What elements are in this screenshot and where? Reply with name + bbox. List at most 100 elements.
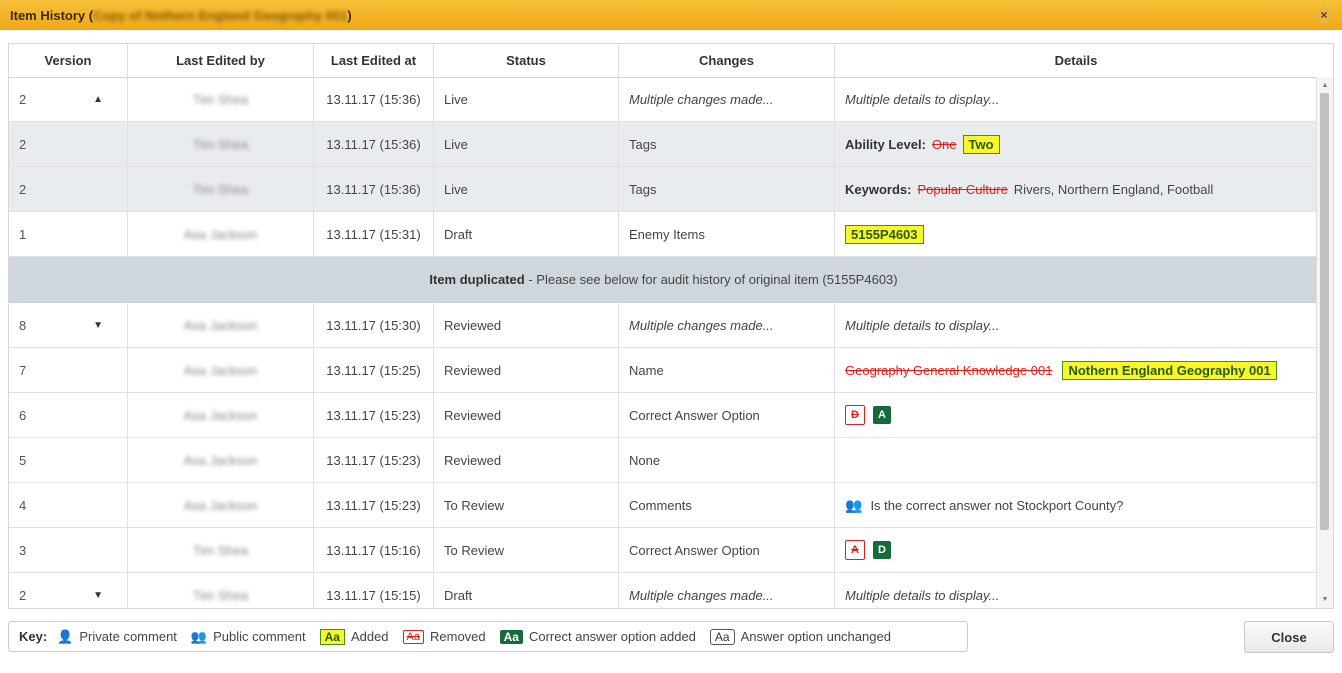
key-removed: Removed [430,629,486,644]
editor-name: Asa Jackson [183,497,258,513]
details: Keywords: Popular Culture Rivers, Northe… [835,167,1317,211]
changes: None [619,438,835,482]
key-correct-sample: Aa [499,629,523,644]
version-number: 5 [19,452,27,468]
keywords-value: Rivers, Northern England, Football [1013,181,1214,197]
removed-option: A [845,540,865,560]
comment-text: Is the correct answer not Stockport Coun… [870,497,1124,513]
edited-at: 13.11.17 (15:36) [314,77,434,121]
public-comment-icon: 👥 [845,496,863,513]
status: Draft [434,573,619,608]
close-icon[interactable]: × [1316,7,1332,23]
version-number: 4 [19,497,27,513]
changes: Multiple changes made... [619,77,835,121]
details: Multiple details to display... [845,91,1000,107]
vertical-scrollbar[interactable]: ▲ ▼ [1316,77,1333,608]
expand-down-icon[interactable]: ▼ [93,590,103,601]
legend-key: Key: 👤 Private comment 👥 Public comment … [8,621,968,652]
table-row: 2 Tim Shea 13.11.17 (15:36) Live Tags Ke… [9,167,1318,212]
editor-name: Asa Jackson [183,226,258,242]
expand-down-icon[interactable]: ▼ [93,320,103,331]
changes: Multiple changes made... [619,303,835,347]
duplicated-label: Item duplicated [429,272,525,287]
col-last-edited-at[interactable]: Last Edited at [314,44,434,77]
details: A D [835,528,1317,572]
removed-value: Popular Culture [917,181,1008,197]
status: Draft [434,212,619,256]
col-changes[interactable]: Changes [619,44,835,77]
key-added-sample: Aa [319,628,345,645]
history-table: Version Last Edited by Last Edited at St… [8,43,1334,609]
changes: Tags [619,122,835,166]
edited-at: 13.11.17 (15:15) [314,573,434,608]
editor-name: Tim Shea [192,587,249,603]
edited-at: 13.11.17 (15:36) [314,167,434,211]
table-row: 2 Tim Shea 13.11.17 (15:36) Live Tags Ab… [9,122,1318,167]
detail-label: Ability Level: [845,136,926,152]
removed-value: Geography General Knowledge 001 [845,362,1053,378]
version-number: 2 [19,587,27,603]
table-row[interactable]: 2 ▲ Tim Shea 13.11.17 (15:36) Live Multip… [9,77,1318,122]
version-number: 3 [19,542,27,558]
version-number: 7 [19,362,27,378]
table-row: 7 Asa Jackson 13.11.17 (15:25) Reviewed … [9,348,1318,393]
status: Reviewed [434,438,619,482]
correct-option: A [873,406,891,424]
collapse-up-icon[interactable]: ▲ [93,94,103,105]
private-comment-icon: 👤 [57,628,74,644]
editor-name: Tim Shea [192,136,249,152]
scroll-down-icon[interactable]: ▼ [1317,593,1333,607]
public-comment-icon: 👥 [190,628,208,644]
key-public-comment: Public comment [213,629,306,644]
col-last-edited-by[interactable]: Last Edited by [128,44,314,77]
status: To Review [434,528,619,572]
dialog-titlebar: Item History (Copy of Nothern England Ge… [0,0,1342,30]
added-value: Two [962,134,1000,154]
table-row: 1 Asa Jackson 13.11.17 (15:31) Draft Ene… [9,212,1318,257]
details: D A [835,393,1317,437]
changes: Multiple changes made... [619,573,835,608]
changes: Enemy Items [619,212,835,256]
scrollbar-thumb[interactable] [1320,93,1329,530]
version-number: 1 [19,226,27,242]
details: Multiple details to display... [845,587,1000,603]
table-row: 3 Tim Shea 13.11.17 (15:16) To Review Co… [9,528,1318,573]
details: Geography General Knowledge 001 Nothern … [835,348,1317,392]
table-row[interactable]: 2 ▼ Tim Shea 13.11.17 (15:15) Draft Multi… [9,573,1318,608]
table-row: 5 Asa Jackson 13.11.17 (15:23) Reviewed … [9,438,1318,483]
edited-at: 13.11.17 (15:23) [314,483,434,527]
edited-at: 13.11.17 (15:25) [314,348,434,392]
version-number: 8 [19,317,27,333]
editor-name: Asa Jackson [183,317,258,333]
editor-name: Asa Jackson [183,362,258,378]
col-details[interactable]: Details [835,44,1317,77]
edited-at: 13.11.17 (15:30) [314,303,434,347]
status: Live [434,77,619,121]
key-private-comment: Private comment [79,629,177,644]
added-value: 5155P4603 [845,224,924,244]
details: 5155P4603 [835,212,1317,256]
status: Live [434,167,619,211]
edited-at: 13.11.17 (15:16) [314,528,434,572]
changes: Name [619,348,835,392]
table-row[interactable]: 8 ▼ Asa Jackson 13.11.17 (15:30) Reviewed… [9,303,1318,348]
editor-name: Tim Shea [192,91,249,107]
col-status[interactable]: Status [434,44,619,77]
col-version[interactable]: Version [9,44,128,77]
key-added: Added [350,629,389,644]
changes: Correct Answer Option [619,393,835,437]
item-duplicated-banner: Item duplicated - Please see below for a… [9,257,1318,303]
version-number: 2 [19,91,27,107]
edited-at: 13.11.17 (15:31) [314,212,434,256]
scroll-up-icon[interactable]: ▲ [1317,79,1333,93]
changes: Correct Answer Option [619,528,835,572]
status: To Review [434,483,619,527]
close-button[interactable]: Close [1244,621,1334,653]
status: Reviewed [434,303,619,347]
status: Live [434,122,619,166]
status: Reviewed [434,348,619,392]
key-unchanged: Answer option unchanged [740,629,891,644]
status: Reviewed [434,393,619,437]
details: Ability Level: One Two [835,122,1317,166]
dialog-title: Item History (Copy of Nothern England Ge… [10,7,352,23]
